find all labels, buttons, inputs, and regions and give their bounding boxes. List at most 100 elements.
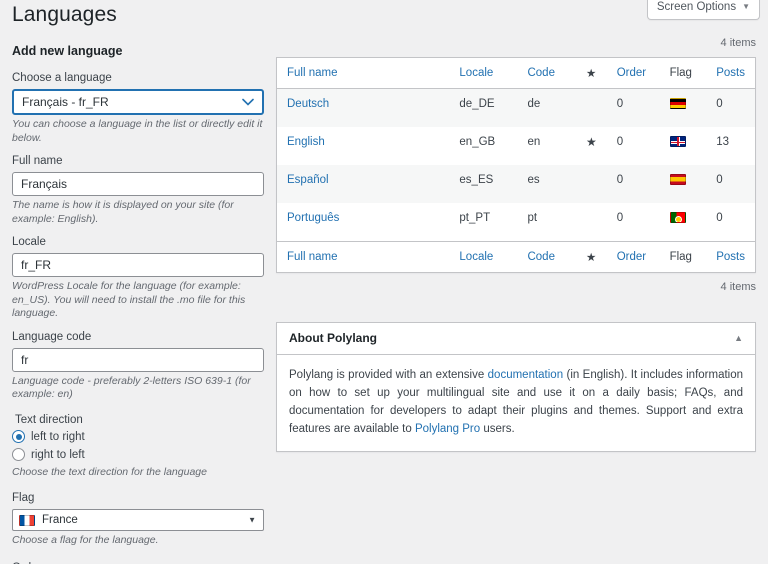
page-title: Languages	[12, 3, 117, 26]
cell-flag	[660, 127, 707, 165]
flag-pt-icon	[669, 212, 686, 223]
choose-language-select[interactable]: Français - fr_FR	[12, 89, 264, 115]
chevron-up-icon[interactable]: ▲	[734, 334, 743, 343]
caret-down-icon: ▼	[742, 2, 750, 11]
about-text-part1: Polylang is provided with an extensive	[289, 369, 488, 381]
column-header-code[interactable]: Code	[517, 57, 576, 89]
cell-posts: 13	[716, 136, 730, 148]
column-header-posts[interactable]: Posts	[706, 57, 756, 89]
full-name-input[interactable]	[12, 172, 264, 196]
admin-page: Screen Options ▼ Languages Add new langu…	[0, 0, 768, 564]
cell-default-star	[575, 165, 607, 203]
language-code-help: Language code - preferably 2-letters ISO…	[12, 374, 251, 401]
flag-fr-icon	[19, 514, 35, 526]
cell-order: 0	[606, 88, 660, 127]
choose-language-help: You can choose a language in the list or…	[12, 118, 263, 144]
cell-posts: 0	[706, 165, 756, 203]
full-name-label: Full name	[12, 155, 63, 167]
cell-locale: es_ES	[449, 165, 518, 203]
flag-field: Flag France ▼ Choose a flag for the lang…	[12, 491, 264, 548]
about-polylang-header[interactable]: About Polylang ▲	[277, 323, 755, 355]
items-count-top: 4 items	[720, 37, 756, 49]
language-code-field: Language code Language code - preferably…	[12, 330, 264, 402]
column-header-order[interactable]: Order	[606, 57, 660, 89]
flag-select-value: France	[42, 514, 78, 526]
cell-flag	[659, 165, 707, 203]
cell-full-name: Português	[277, 203, 450, 242]
cell-posts: 0	[706, 88, 756, 127]
cell-code: pt	[527, 212, 538, 224]
locale-input[interactable]	[12, 253, 264, 277]
star-filled-icon: ★	[585, 135, 597, 149]
languages-table: Full name Locale Code ★ Order Flag Posts…	[276, 57, 756, 273]
table-row[interactable]: English en_GB en ★ 0 13	[277, 127, 756, 165]
language-link-portugues[interactable]: Português	[287, 212, 339, 224]
language-code-input[interactable]	[12, 347, 264, 372]
text-direction-legend: Text direction	[15, 413, 83, 426]
flag-help: Choose a flag for the language.	[12, 534, 159, 546]
cell-default-star	[575, 88, 607, 127]
column-header-flag: Flag	[659, 57, 707, 89]
radio-rtl-label: right to left	[31, 448, 85, 461]
locale-label: Locale	[12, 236, 46, 248]
locale-help: WordPress Locale for the language (for e…	[12, 280, 246, 319]
table-row[interactable]: Español es_ES es 0 0	[276, 165, 756, 203]
column-header-locale[interactable]: Locale	[449, 57, 518, 89]
about-polylang-box: About Polylang ▲ Polylang is provided wi…	[276, 322, 756, 452]
radio-rtl-icon[interactable]	[12, 448, 25, 461]
text-direction-field: Text direction left to right right to le…	[12, 413, 264, 480]
about-text-part3: users.	[480, 423, 515, 435]
screen-options-label: Screen Options	[656, 1, 737, 13]
text-direction-option-ltr[interactable]: left to right	[12, 429, 264, 445]
cell-full-name: Español	[276, 165, 450, 203]
cell-code: es	[517, 165, 576, 203]
flag-gb-icon	[669, 136, 686, 147]
flag-es-icon	[669, 174, 686, 185]
footer-header-posts[interactable]: Posts	[706, 241, 756, 273]
language-link-deutsch[interactable]: Deutsch	[287, 98, 329, 110]
cell-default-star: ★	[576, 127, 607, 165]
cell-full-name: English	[277, 127, 450, 165]
screen-options-button[interactable]: Screen Options ▼	[646, 0, 760, 20]
cell-flag	[659, 88, 707, 127]
choose-language-label: Choose a language	[12, 72, 112, 84]
text-direction-help: Choose the text direction for the langua…	[12, 465, 207, 478]
language-code-label: Language code	[12, 330, 92, 343]
flag-select[interactable]: France ▼	[12, 509, 264, 531]
cell-code: de	[517, 88, 576, 127]
footer-header-locale[interactable]: Locale	[449, 241, 518, 273]
cell-full-name: Deutsch	[276, 88, 450, 127]
cell-order: 0	[616, 212, 624, 224]
languages-list-panel: 4 items Full name Locale Code ★ Order Fl…	[276, 36, 756, 452]
table-row[interactable]: Português pt_PT pt 0 0	[277, 203, 756, 242]
table-row[interactable]: Deutsch de_DE de 0 0	[276, 88, 756, 127]
footer-header-order[interactable]: Order	[606, 241, 660, 273]
items-count-bottom: 4 items	[720, 281, 756, 293]
radio-ltr-icon[interactable]	[12, 430, 25, 443]
cell-code: en	[527, 136, 541, 148]
about-polylang-body: Polylang is provided with an extensive d…	[277, 355, 755, 451]
language-link-english[interactable]: English	[287, 136, 325, 148]
footer-header-full-name[interactable]: Full name	[276, 241, 450, 273]
full-name-field: Full name The name is how it is displaye…	[12, 154, 264, 226]
language-link-espanol[interactable]: Español	[287, 174, 329, 186]
radio-ltr-label: left to right	[31, 430, 85, 443]
polylang-pro-link[interactable]: Polylang Pro	[415, 423, 480, 435]
table-header-row: Full name Locale Code ★ Order Flag Posts	[276, 57, 756, 89]
footer-header-code[interactable]: Code	[517, 241, 576, 273]
column-header-full-name[interactable]: Full name	[276, 57, 450, 89]
choose-language-value: Français - fr_FR	[22, 95, 109, 109]
cell-default-star	[576, 203, 607, 242]
full-name-help: The name is how it is displayed on your …	[12, 199, 234, 225]
footer-header-default-star: ★	[575, 241, 607, 273]
order-label: Order	[12, 561, 264, 564]
chevron-down-icon	[242, 91, 254, 113]
column-header-default-star: ★	[575, 57, 607, 89]
cell-order: 0	[606, 165, 660, 203]
cell-locale: de_DE	[449, 88, 518, 127]
text-direction-option-rtl[interactable]: right to left	[12, 447, 264, 463]
cell-flag	[660, 203, 707, 242]
about-polylang-title: About Polylang	[289, 331, 377, 345]
table-footer-row: Full name Locale Code ★ Order Flag Posts	[276, 241, 756, 273]
documentation-link[interactable]: documentation	[488, 369, 563, 381]
